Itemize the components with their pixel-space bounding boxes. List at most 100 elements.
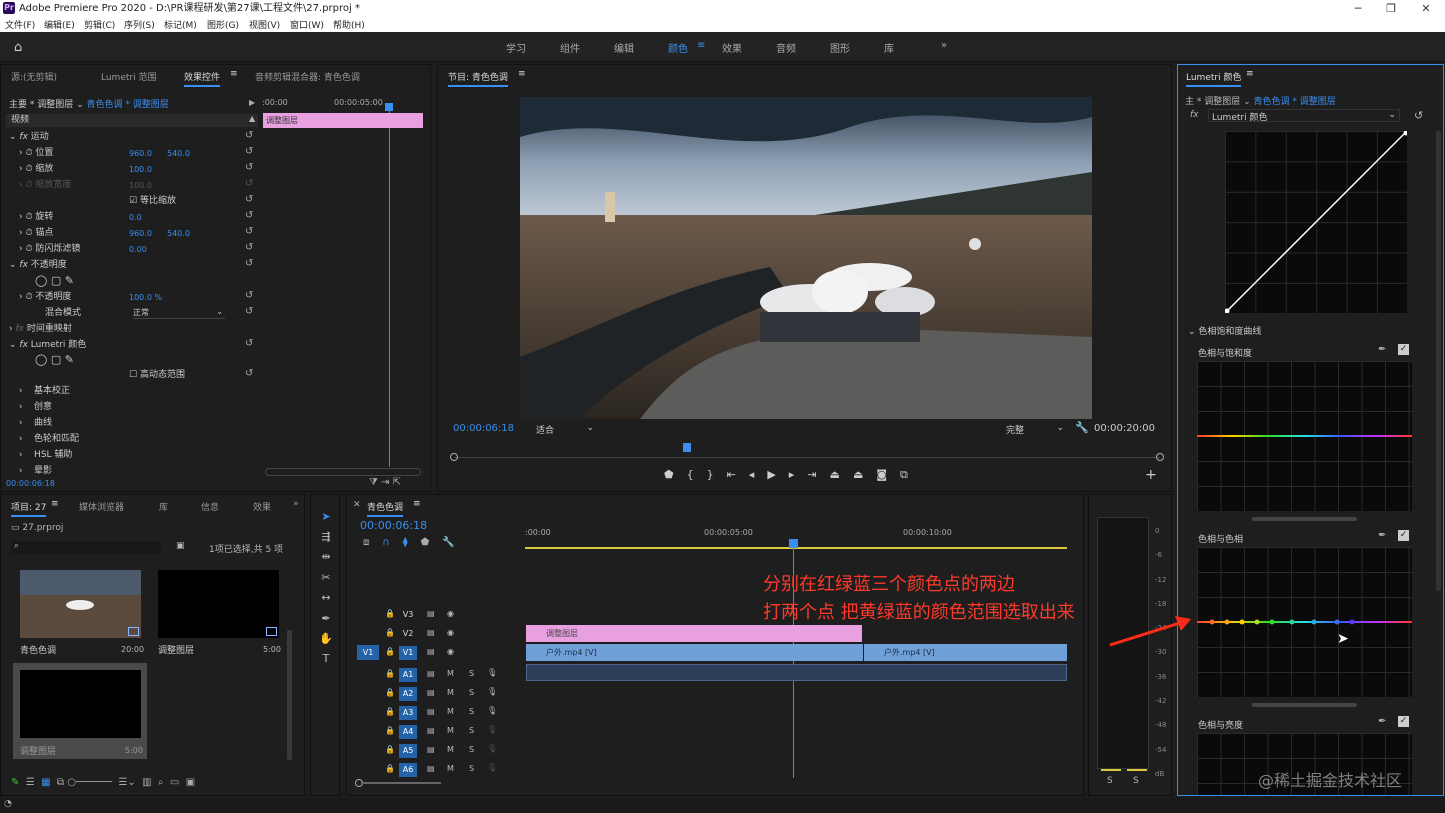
- close-tab-icon[interactable]: ✕: [353, 500, 361, 510]
- reset-icon[interactable]: ↺: [245, 338, 253, 349]
- solo-button[interactable]: S: [469, 764, 474, 773]
- basic-correction-row[interactable]: › 基本校正: [19, 383, 70, 399]
- mute-button[interactable]: M: [447, 745, 454, 754]
- eye-icon[interactable]: ◉: [447, 609, 454, 618]
- tab-source[interactable]: 源:(无剪辑): [11, 70, 57, 83]
- hue-vs-sat-graph[interactable]: [1197, 361, 1412, 511]
- menu-help[interactable]: 帮助(H): [333, 18, 365, 31]
- track-v3[interactable]: 🔒 V3 ▤ ◉: [357, 605, 525, 624]
- uniform-scale-checkbox[interactable]: ☑ 等比缩放: [129, 193, 176, 209]
- rotation-row[interactable]: › ⏱ 旋转: [19, 209, 53, 225]
- motion-row[interactable]: ⌄ fx 运动: [9, 129, 49, 145]
- add-marker-icon[interactable]: ⬟: [421, 537, 443, 548]
- workspace-effects[interactable]: 效果: [722, 40, 742, 55]
- anchor-row[interactable]: › ⏱ 锚点: [19, 225, 53, 241]
- slip-tool-icon[interactable]: ↔: [319, 591, 333, 605]
- eyedropper-icon[interactable]: ✒: [1378, 344, 1386, 355]
- restore-icon[interactable]: ❐: [1376, 1, 1406, 16]
- reset-icon[interactable]: ↺: [245, 242, 253, 253]
- sync-icon[interactable]: ▤: [427, 745, 435, 754]
- more-tabs-icon[interactable]: »: [293, 499, 299, 509]
- scrub-start-handle[interactable]: [450, 453, 458, 461]
- timeline-v-scrollbar[interactable]: [1068, 551, 1073, 781]
- position-row[interactable]: › ⏱ 位置: [19, 145, 53, 161]
- menu-window[interactable]: 窗口(W): [290, 18, 324, 31]
- menu-sequence[interactable]: 序列(S): [124, 18, 155, 31]
- track-a3[interactable]: 🔒 A3 ▤ M S 🎙: [357, 703, 525, 722]
- solo-left-button[interactable]: S: [1107, 776, 1113, 786]
- solo-button[interactable]: S: [469, 669, 474, 678]
- lumetri-color-row[interactable]: ⌄ fx Lumetri 颜色: [9, 337, 86, 353]
- find-icon[interactable]: ⌕: [158, 777, 164, 788]
- menu-edit[interactable]: 编辑(E): [44, 18, 75, 31]
- lock-icon[interactable]: 🔒: [385, 669, 395, 678]
- mute-button[interactable]: M: [447, 707, 454, 716]
- reset-icon[interactable]: ↺: [245, 194, 253, 205]
- freeform-view-icon[interactable]: ⧉: [57, 777, 64, 788]
- add-button-icon[interactable]: +: [1145, 467, 1157, 483]
- panel-menu-icon[interactable]: ≡: [518, 69, 526, 79]
- clip-outdoor-1[interactable]: 户外.mp4 [V]: [526, 644, 863, 661]
- tab-libraries[interactable]: 库: [159, 500, 168, 513]
- fit-select[interactable]: 适合 ⌄: [536, 423, 594, 436]
- audio-clip-a1[interactable]: [526, 664, 1067, 681]
- anchor-y-value[interactable]: 540.0: [167, 229, 190, 238]
- reset-icon[interactable]: ↺: [245, 258, 253, 269]
- enable-checkbox[interactable]: ✓: [1398, 716, 1409, 727]
- mute-button[interactable]: M: [447, 669, 454, 678]
- mark-out-icon[interactable]: }: [707, 468, 727, 481]
- solo-button[interactable]: S: [469, 707, 474, 716]
- workspace-graphics[interactable]: 图形: [830, 40, 850, 55]
- source-patch-v1[interactable]: V1: [357, 645, 379, 660]
- time-remap-row[interactable]: › fx 时间重映射: [9, 321, 72, 337]
- mic-icon[interactable]: 🎙: [487, 725, 497, 734]
- reset-icon[interactable]: ↺: [245, 146, 253, 157]
- go-to-in-icon[interactable]: ⇤: [727, 468, 749, 481]
- lumetri-title[interactable]: Lumetri 颜色: [1186, 70, 1242, 87]
- sync-icon[interactable]: ▤: [427, 688, 435, 697]
- new-bin-footer-icon[interactable]: ▭: [170, 777, 179, 788]
- creative-row[interactable]: › 创意: [19, 399, 52, 415]
- track-select-tool-icon[interactable]: ⇶: [319, 530, 333, 544]
- enable-checkbox[interactable]: ✓: [1398, 530, 1409, 541]
- hsl-secondary-row[interactable]: › HSL 辅助: [19, 447, 72, 463]
- reset-icon[interactable]: ↺: [245, 368, 253, 379]
- play-button[interactable]: ▶: [767, 468, 788, 481]
- wrench-icon[interactable]: 🔧: [1075, 421, 1089, 434]
- track-v2[interactable]: 🔒 V2 ▤ ◉: [357, 624, 525, 643]
- workspace-editing[interactable]: 编辑: [614, 40, 634, 55]
- tab-project[interactable]: 项目: 27: [11, 500, 47, 517]
- reset-icon[interactable]: ↺: [245, 226, 253, 237]
- selection-tool-icon[interactable]: ➤: [319, 510, 333, 524]
- lock-icon[interactable]: 🔒: [385, 688, 395, 697]
- lock-icon[interactable]: 🔒: [385, 707, 395, 716]
- mute-button[interactable]: M: [447, 726, 454, 735]
- timeline-timecode[interactable]: 00:00:06:18: [360, 519, 427, 532]
- compare-icon[interactable]: ⧉: [900, 468, 921, 481]
- solo-button[interactable]: S: [469, 726, 474, 735]
- mic-icon[interactable]: 🎙: [487, 744, 497, 753]
- vignette-row[interactable]: › 晕影: [19, 463, 52, 479]
- extract-icon[interactable]: ⏏: [853, 468, 876, 481]
- tab-effects[interactable]: 效果: [253, 500, 271, 513]
- mark-in-icon[interactable]: {: [687, 468, 707, 481]
- menu-clip[interactable]: 剪辑(C): [84, 18, 115, 31]
- mic-icon[interactable]: 🎙: [487, 687, 497, 696]
- menu-graphics[interactable]: 图形(G): [207, 18, 239, 31]
- panel-menu-icon[interactable]: ≡: [230, 69, 238, 79]
- reset-icon[interactable]: ↺: [245, 130, 253, 141]
- enable-checkbox[interactable]: ✓: [1398, 344, 1409, 355]
- color-wheels-row[interactable]: › 色轮和匹配: [19, 431, 79, 447]
- ripple-edit-tool-icon[interactable]: ⇹: [319, 550, 333, 564]
- scale-value[interactable]: 100.0: [129, 165, 152, 174]
- home-icon[interactable]: ⌂: [14, 40, 22, 55]
- opacity-section-row[interactable]: ⌄ fx 不透明度: [9, 257, 67, 273]
- go-to-out-icon[interactable]: ⇥: [807, 468, 829, 481]
- anchor-x-value[interactable]: 960.0: [129, 229, 152, 238]
- anti-flicker-row[interactable]: › ⏱ 防闪烁滤镜: [19, 241, 80, 257]
- play-icon[interactable]: ▶: [249, 98, 255, 107]
- pencil-icon[interactable]: ✎: [11, 777, 19, 788]
- add-marker-icon[interactable]: ⬟: [664, 468, 687, 481]
- scrub-end-handle[interactable]: [1156, 453, 1164, 461]
- lumetri-mask-tools[interactable]: ◯ ▢ ✎: [35, 353, 74, 366]
